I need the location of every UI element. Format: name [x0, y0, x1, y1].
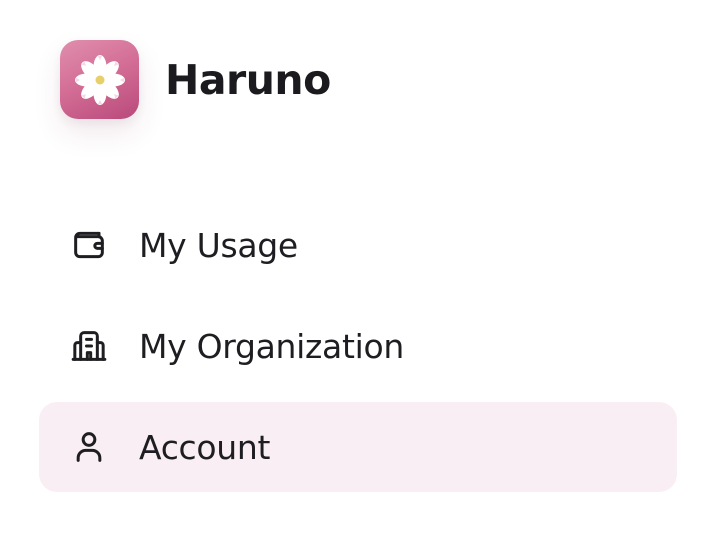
brand[interactable]: Haruno — [60, 40, 331, 119]
sidebar-nav: My Usage My Organization Account — [39, 200, 677, 503]
nav-item-label: My Organization — [139, 326, 404, 366]
app-name: Haruno — [165, 55, 331, 104]
sidebar: Haruno My Usage My Organization Account — [0, 0, 713, 554]
nav-item-my-organization[interactable]: My Organization — [39, 301, 677, 391]
nav-item-my-usage[interactable]: My Usage — [39, 200, 677, 290]
nav-item-label: My Usage — [139, 225, 298, 265]
nav-item-account[interactable]: Account — [39, 402, 677, 492]
building-icon — [69, 326, 109, 366]
app-logo — [60, 40, 139, 119]
user-icon — [69, 427, 109, 467]
flower-icon — [74, 54, 125, 105]
nav-item-label: Account — [139, 427, 271, 467]
wallet-icon — [69, 225, 109, 265]
